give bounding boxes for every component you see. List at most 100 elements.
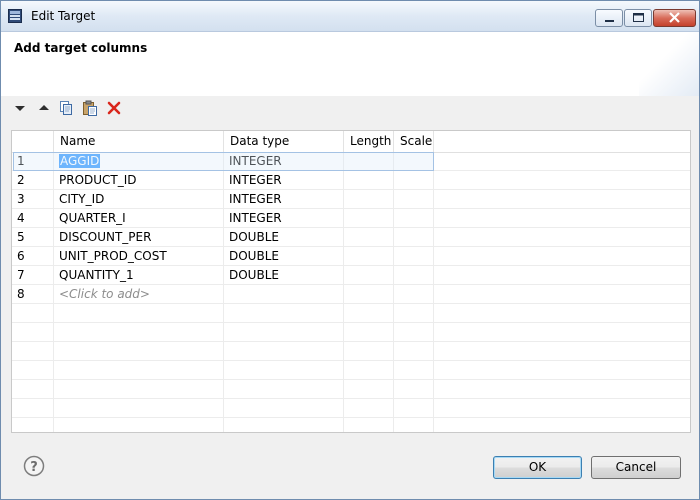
column-header-data-type[interactable]: Data type bbox=[224, 131, 344, 152]
table-row[interactable]: 5 DISCOUNT_PER DOUBLE bbox=[12, 228, 690, 247]
close-button[interactable] bbox=[653, 9, 696, 27]
data-type-cell-text: INTEGER bbox=[229, 211, 282, 225]
empty-cell bbox=[344, 399, 394, 418]
row-number[interactable]: 2 bbox=[12, 171, 54, 190]
column-name-cell[interactable]: CITY_ID bbox=[54, 190, 224, 209]
move-up-icon[interactable] bbox=[35, 99, 53, 117]
empty-cell bbox=[344, 361, 394, 380]
empty-cell bbox=[394, 418, 434, 432]
empty-cell bbox=[394, 399, 434, 418]
column-header-name[interactable]: Name bbox=[54, 131, 224, 152]
data-type-cell[interactable]: INTEGER bbox=[224, 171, 344, 190]
column-header-scale[interactable]: Scale bbox=[394, 131, 434, 152]
ok-button[interactable]: OK bbox=[493, 456, 582, 479]
scale-cell[interactable] bbox=[394, 228, 434, 247]
column-name-cell[interactable]: QUANTITY_1 bbox=[54, 266, 224, 285]
empty-cell bbox=[54, 304, 224, 323]
row-number[interactable]: 7 bbox=[12, 266, 54, 285]
minimize-button[interactable] bbox=[595, 9, 623, 27]
length-cell[interactable] bbox=[344, 152, 394, 171]
data-type-cell[interactable]: DOUBLE bbox=[224, 266, 344, 285]
maximize-button[interactable] bbox=[624, 9, 652, 27]
empty-cell bbox=[54, 323, 224, 342]
empty-cell bbox=[344, 380, 394, 399]
move-down-icon[interactable] bbox=[11, 99, 29, 117]
column-name-cell-text: QUANTITY_1 bbox=[59, 268, 134, 282]
empty-cell bbox=[224, 399, 344, 418]
row-number[interactable]: 1 bbox=[12, 152, 54, 171]
table-row[interactable]: 7 QUANTITY_1 DOUBLE bbox=[12, 266, 690, 285]
length-cell[interactable] bbox=[344, 247, 394, 266]
length-cell[interactable] bbox=[344, 285, 394, 304]
copy-icon[interactable] bbox=[57, 99, 75, 117]
data-type-cell-text: INTEGER bbox=[229, 173, 282, 187]
row-number[interactable]: 4 bbox=[12, 209, 54, 228]
scale-cell[interactable] bbox=[394, 285, 434, 304]
edit-target-dialog: Edit Target Add target columns Name Data… bbox=[0, 0, 700, 500]
empty-cell bbox=[224, 304, 344, 323]
column-header-length[interactable]: Length bbox=[344, 131, 394, 152]
columns-table[interactable]: Name Data type Length Scale 1 AGGID INTEGE… bbox=[11, 130, 691, 433]
data-type-cell[interactable]: DOUBLE bbox=[224, 228, 344, 247]
column-name-cell-text: <Click to add> bbox=[59, 287, 150, 301]
row-number[interactable]: 5 bbox=[12, 228, 54, 247]
data-type-cell-text: DOUBLE bbox=[229, 249, 279, 263]
maximize-icon bbox=[633, 13, 644, 22]
empty-cell bbox=[12, 399, 54, 418]
column-name-cell[interactable]: AGGID bbox=[54, 152, 224, 171]
scale-cell[interactable] bbox=[394, 266, 434, 285]
length-cell[interactable] bbox=[344, 171, 394, 190]
table-row[interactable]: 4 QUARTER_I INTEGER bbox=[12, 209, 690, 228]
table-row[interactable]: 3 CITY_ID INTEGER bbox=[12, 190, 690, 209]
empty-cell bbox=[224, 380, 344, 399]
empty-cell bbox=[54, 418, 224, 432]
column-name-cell[interactable]: PRODUCT_ID bbox=[54, 171, 224, 190]
empty-row bbox=[12, 361, 690, 380]
empty-cell bbox=[344, 342, 394, 361]
column-name-cell-text: UNIT_PROD_COST bbox=[59, 249, 167, 263]
column-name-cell-text: PRODUCT_ID bbox=[59, 173, 137, 187]
data-type-cell[interactable] bbox=[224, 285, 344, 304]
row-number-text: 6 bbox=[17, 249, 25, 263]
paste-icon[interactable] bbox=[81, 99, 99, 117]
empty-cell bbox=[224, 418, 344, 432]
scale-cell[interactable] bbox=[394, 171, 434, 190]
window-title: Edit Target bbox=[31, 9, 96, 23]
scale-cell[interactable] bbox=[394, 247, 434, 266]
length-cell[interactable] bbox=[344, 228, 394, 247]
delete-icon[interactable] bbox=[105, 99, 123, 117]
column-name-cell[interactable]: QUARTER_I bbox=[54, 209, 224, 228]
length-cell[interactable] bbox=[344, 209, 394, 228]
scale-cell[interactable] bbox=[394, 209, 434, 228]
data-type-cell[interactable]: INTEGER bbox=[224, 190, 344, 209]
table-row[interactable]: 8 <Click to add> bbox=[12, 285, 690, 304]
table-row[interactable]: 1 AGGID INTEGER bbox=[12, 152, 690, 171]
length-cell[interactable] bbox=[344, 266, 394, 285]
empty-cell bbox=[12, 418, 54, 432]
data-type-cell[interactable]: DOUBLE bbox=[224, 247, 344, 266]
header-decoration bbox=[639, 32, 699, 96]
column-name-cell[interactable]: DISCOUNT_PER bbox=[54, 228, 224, 247]
data-type-cell[interactable]: INTEGER bbox=[224, 152, 344, 171]
title-bar[interactable]: Edit Target bbox=[1, 1, 699, 32]
length-cell[interactable] bbox=[344, 190, 394, 209]
scale-cell[interactable] bbox=[394, 152, 434, 171]
app-icon bbox=[8, 9, 22, 23]
help-icon[interactable]: ? bbox=[23, 455, 45, 477]
cancel-button[interactable]: Cancel bbox=[591, 456, 681, 479]
row-number[interactable]: 3 bbox=[12, 190, 54, 209]
scale-cell[interactable] bbox=[394, 190, 434, 209]
row-number[interactable]: 8 bbox=[12, 285, 54, 304]
table-row[interactable]: 6 UNIT_PROD_COST DOUBLE bbox=[12, 247, 690, 266]
column-name-cell[interactable]: UNIT_PROD_COST bbox=[54, 247, 224, 266]
table-row[interactable]: 2 PRODUCT_ID INTEGER bbox=[12, 171, 690, 190]
empty-cell bbox=[12, 304, 54, 323]
empty-cell bbox=[394, 380, 434, 399]
row-number[interactable]: 6 bbox=[12, 247, 54, 266]
data-type-cell[interactable]: INTEGER bbox=[224, 209, 344, 228]
column-name-cell[interactable]: <Click to add> bbox=[54, 285, 224, 304]
row-number-text: 4 bbox=[17, 211, 25, 225]
column-header-index[interactable] bbox=[12, 131, 54, 152]
row-number-text: 7 bbox=[17, 268, 25, 282]
empty-cell bbox=[224, 323, 344, 342]
